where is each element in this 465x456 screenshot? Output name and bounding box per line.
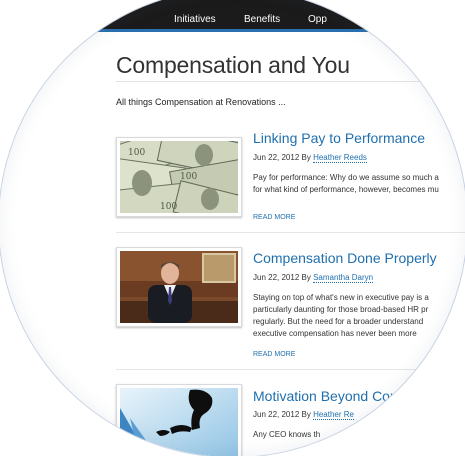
post-thumbnail-executive[interactable] xyxy=(116,247,242,327)
post-by-label: By xyxy=(301,410,311,419)
page-title: Compensation and You xyxy=(116,52,350,78)
excerpt-line: Pay for performance: Why do we assume so… xyxy=(253,173,439,182)
page-tagline: All things Compensation at Renovations .… xyxy=(116,97,286,107)
reaching-hands-image xyxy=(120,388,238,456)
svg-text:100: 100 xyxy=(180,172,197,182)
post-thumbnail-money[interactable]: 100 100 100 xyxy=(116,137,242,217)
post-thumbnail-motivation[interactable] xyxy=(116,384,242,456)
post-divider xyxy=(116,369,465,370)
read-more-link[interactable]: READ MORE xyxy=(253,214,295,221)
post-meta: Jun 22, 2012 By Heather Reeds xyxy=(253,153,367,163)
post-author-link[interactable]: Heather Re xyxy=(313,410,354,420)
excerpt-line: regularly. But the need for a broader un… xyxy=(253,317,424,326)
nav-item-opportunities[interactable]: Opp xyxy=(308,14,327,25)
post-author-link[interactable]: Heather Reeds xyxy=(313,153,367,163)
svg-text:100: 100 xyxy=(160,202,177,212)
post-meta: Jun 22, 2012 By Samantha Daryn xyxy=(253,273,374,283)
stage: Initiatives Benefits Opp Compensation an… xyxy=(0,0,465,456)
post-author-link[interactable]: Samantha Daryn xyxy=(313,273,374,283)
blog-page: Initiatives Benefits Opp Compensation an… xyxy=(0,0,465,456)
post-title-link[interactable]: Compensation Done Properly xyxy=(253,250,437,266)
excerpt-line: Any CEO knows th xyxy=(253,430,321,439)
post-date: Jun 22, 2012 xyxy=(253,410,300,419)
excerpt-line: for what kind of performance, however, b… xyxy=(253,185,439,194)
nav-item-benefits[interactable]: Benefits xyxy=(244,14,280,25)
magnifier-lens: Initiatives Benefits Opp Compensation an… xyxy=(0,0,465,456)
post-meta: Jun 22, 2012 By Heather Re xyxy=(253,410,354,420)
post-date: Jun 22, 2012 xyxy=(253,273,300,282)
post-title-link[interactable]: Linking Pay to Performance xyxy=(253,130,425,146)
money-image: 100 100 100 xyxy=(120,141,238,213)
excerpt-line: Staying on top of what's new in executiv… xyxy=(253,293,429,302)
post-title-link[interactable]: Motivation Beyond Com xyxy=(253,388,402,404)
read-more-link[interactable]: READ MORE xyxy=(253,351,295,358)
post-divider xyxy=(116,232,465,233)
svg-text:100: 100 xyxy=(128,148,145,158)
post-excerpt: Pay for performance: Why do we assume so… xyxy=(253,172,439,196)
post-by-label: By xyxy=(301,153,311,162)
post-excerpt: Staying on top of what's new in executiv… xyxy=(253,292,429,340)
excerpt-line: executive compensation has never been mo… xyxy=(253,329,417,338)
executive-portrait-image xyxy=(120,251,238,323)
excerpt-line: particularly daunting for those broad-ba… xyxy=(253,305,429,314)
post-date: Jun 22, 2012 xyxy=(253,153,300,162)
post-by-label: By xyxy=(301,273,311,282)
top-navigation-bar: Initiatives Benefits Opp xyxy=(0,0,465,32)
post-excerpt: Any CEO knows th xyxy=(253,429,320,441)
title-divider xyxy=(116,81,465,82)
nav-item-initiatives[interactable]: Initiatives xyxy=(174,14,216,25)
